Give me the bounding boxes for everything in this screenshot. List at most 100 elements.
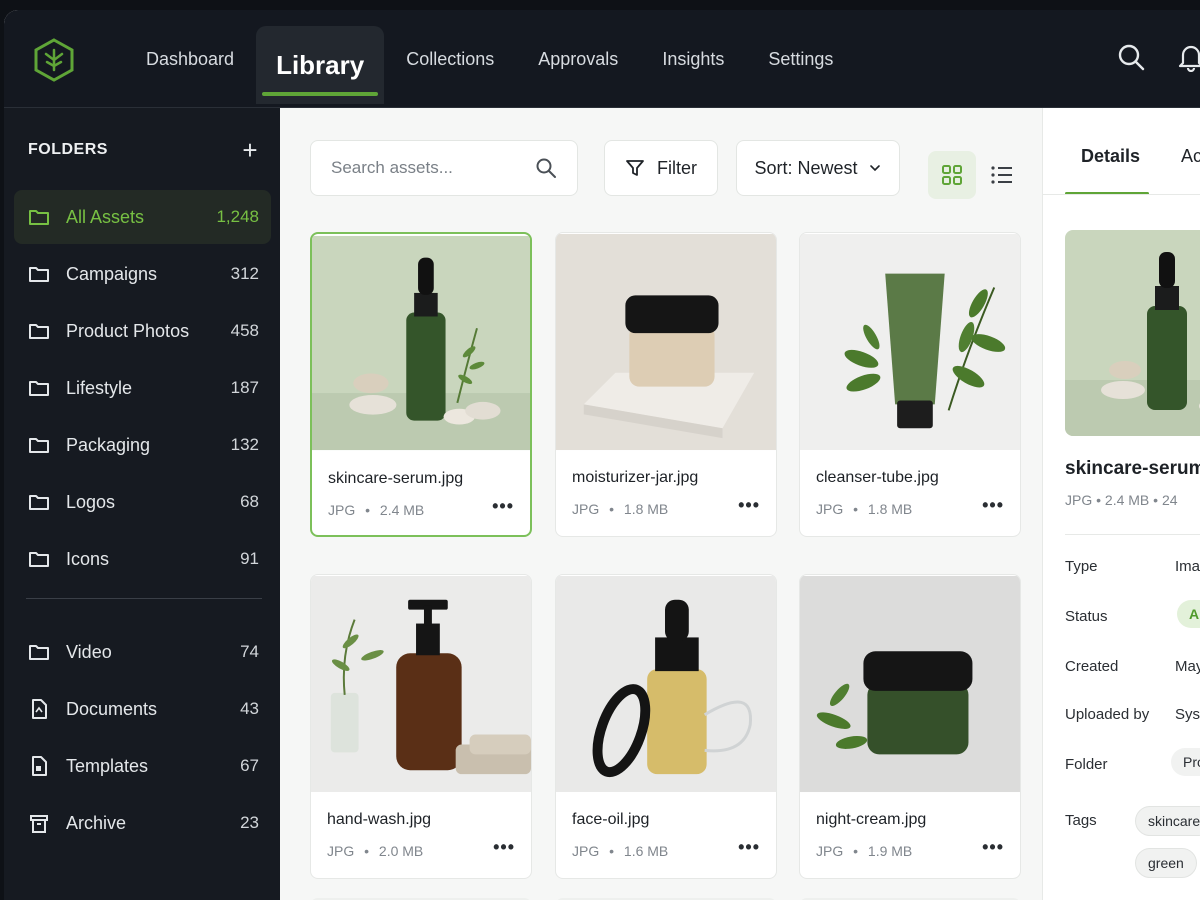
asset-name: skincare-serum.jpg [328,470,464,487]
sidebar-item-lifestyle[interactable]: Lifestyle 187 [14,361,271,415]
sidebar-item-documents[interactable]: Documents 43 [14,682,271,736]
list-icon [991,166,1012,184]
sidebar-item-icons[interactable]: Icons 91 [14,532,271,586]
sidebar-item-count: 1,248 [216,207,259,226]
asset-card[interactable]: skincare-serum.jpg JPG • 2.4 MB ••• [310,232,532,537]
detail-key-folder: Folder [1065,756,1108,773]
folder-icon [29,267,49,282]
detail-value-type: Ima [1175,558,1200,575]
asset-name: face-oil.jpg [572,811,650,828]
asset-meta: JPG • 1.6 MB [572,843,668,859]
asset-type: JPG [816,501,844,517]
asset-name: moisturizer-jar.jpg [572,469,699,486]
asset-meta-separator: • [853,501,859,517]
asset-card[interactable]: hand-wash.jpg JPG • 2.0 MB ••• [310,574,532,879]
asset-library: Search assets... Filter Sort: Newest ski… [280,108,1042,900]
asset-name: cleanser-tube.jpg [816,469,939,486]
asset-size: 1.8 MB [867,501,913,517]
asset-meta: JPG • 1.8 MB [816,501,912,517]
app-logo-icon[interactable] [32,38,76,82]
asset-card[interactable]: face-oil.jpg JPG • 1.6 MB ••• [555,574,777,879]
nav-collections[interactable]: Collections [384,19,516,99]
folder-icon [29,645,49,660]
filter-icon [626,160,644,176]
tab-activity[interactable]: Act [1181,146,1200,167]
sidebar-item-label: Video [66,641,112,662]
sidebar-item-label: Packaging [66,434,151,455]
asset-type: JPG [816,843,844,859]
detail-key-uploaded-by: Uploaded by [1065,706,1150,723]
sidebar-item-product-photos[interactable]: Product Photos 458 [14,304,271,358]
asset-card[interactable]: cleanser-tube.jpg JPG • 1.8 MB ••• [799,232,1021,537]
asset-thumbnail-serum [312,235,530,451]
more-options-button[interactable]: ••• [738,495,760,516]
asset-size: 2.4 MB [379,502,425,518]
tab-details[interactable]: Details [1081,146,1140,167]
sidebar-item-count: 43 [240,699,259,718]
asset-meta: JPG • 2.0 MB [327,843,423,859]
filter-button[interactable]: Filter [604,140,718,196]
nav-dashboard[interactable]: Dashboard [124,19,256,99]
asset-type: JPG [327,843,355,859]
asset-thumbnail-hand-wash [311,575,531,793]
search-input[interactable]: Search assets... [310,140,578,196]
selected-asset-name: skincare-serum [1065,458,1200,479]
asset-meta-separator: • [364,843,370,859]
sidebar-item-count: 74 [240,642,259,661]
tag-chip[interactable]: green [1135,848,1197,878]
asset-meta-separator: • [609,501,615,517]
more-options-button[interactable]: ••• [982,495,1004,516]
sidebar-item-campaigns[interactable]: Campaigns 312 [14,247,271,301]
folder-icon [29,324,49,339]
folder-icon [29,210,49,225]
archive-icon [30,815,48,833]
sidebar-item-label: Icons [66,548,110,569]
more-options-button[interactable]: ••• [492,496,514,517]
search-icon[interactable] [1116,42,1146,72]
nav-approvals[interactable]: Approvals [516,19,640,99]
asset-card[interactable]: night-cream.jpg JPG • 1.9 MB ••• [799,574,1021,879]
sidebar-item-label: Templates [66,755,149,776]
folder-icon [29,552,49,567]
bell-icon[interactable] [1176,42,1200,72]
sidebar-item-logos[interactable]: Logos 68 [14,475,271,529]
asset-type: JPG [572,501,600,517]
asset-card[interactable]: moisturizer-jar.jpg JPG • 1.8 MB ••• [555,232,777,537]
sidebar-item-label: Campaigns [66,263,158,284]
more-options-button[interactable]: ••• [493,837,515,858]
more-options-button[interactable]: ••• [982,837,1004,858]
asset-size: 1.6 MB [623,843,669,859]
main-nav: Dashboard Library Collections Approvals … [124,10,855,108]
sidebar-item-count: 132 [230,435,259,454]
folder-icon [29,381,49,396]
folders-title: FOLDERS [28,141,108,158]
nav-settings[interactable]: Settings [746,19,855,99]
list-view-button[interactable] [978,151,1026,199]
sidebar-item-templates[interactable]: Templates 67 [14,739,271,793]
nav-insights[interactable]: Insights [640,19,746,99]
asset-name: hand-wash.jpg [327,811,432,828]
chevron-down-icon [869,165,880,172]
sidebar-item-archive[interactable]: Archive 23 [14,796,271,850]
folder-badge[interactable]: Pro [1171,748,1200,776]
more-options-button[interactable]: ••• [738,837,760,858]
sidebar-item-video[interactable]: Video 74 [14,625,271,679]
tag-chip[interactable]: skincare [1135,806,1200,836]
asset-size: 2.0 MB [378,843,424,859]
search-placeholder: Search assets... [331,158,453,177]
folder-icon [29,438,49,453]
asset-meta-separator: • [609,843,615,859]
sidebar-item-count: 23 [240,813,259,832]
asset-type: JPG [572,843,600,859]
asset-thumbnail-face-oil [556,575,776,793]
sidebar-item-packaging[interactable]: Packaging 132 [14,418,271,472]
sidebar-item-all-assets[interactable]: All Assets 1,248 [14,190,271,244]
nav-library[interactable]: Library [256,26,385,104]
sidebar-item-label: Documents [66,698,158,719]
details-panel: Details Act skincare-serum JPG • 2.4 MB … [1042,108,1200,900]
add-folder-button[interactable]: + [242,137,258,163]
tab-divider [1043,194,1200,195]
asset-size: 1.8 MB [623,501,669,517]
grid-view-button[interactable] [928,151,976,199]
sort-dropdown[interactable]: Sort: Newest [736,140,900,196]
